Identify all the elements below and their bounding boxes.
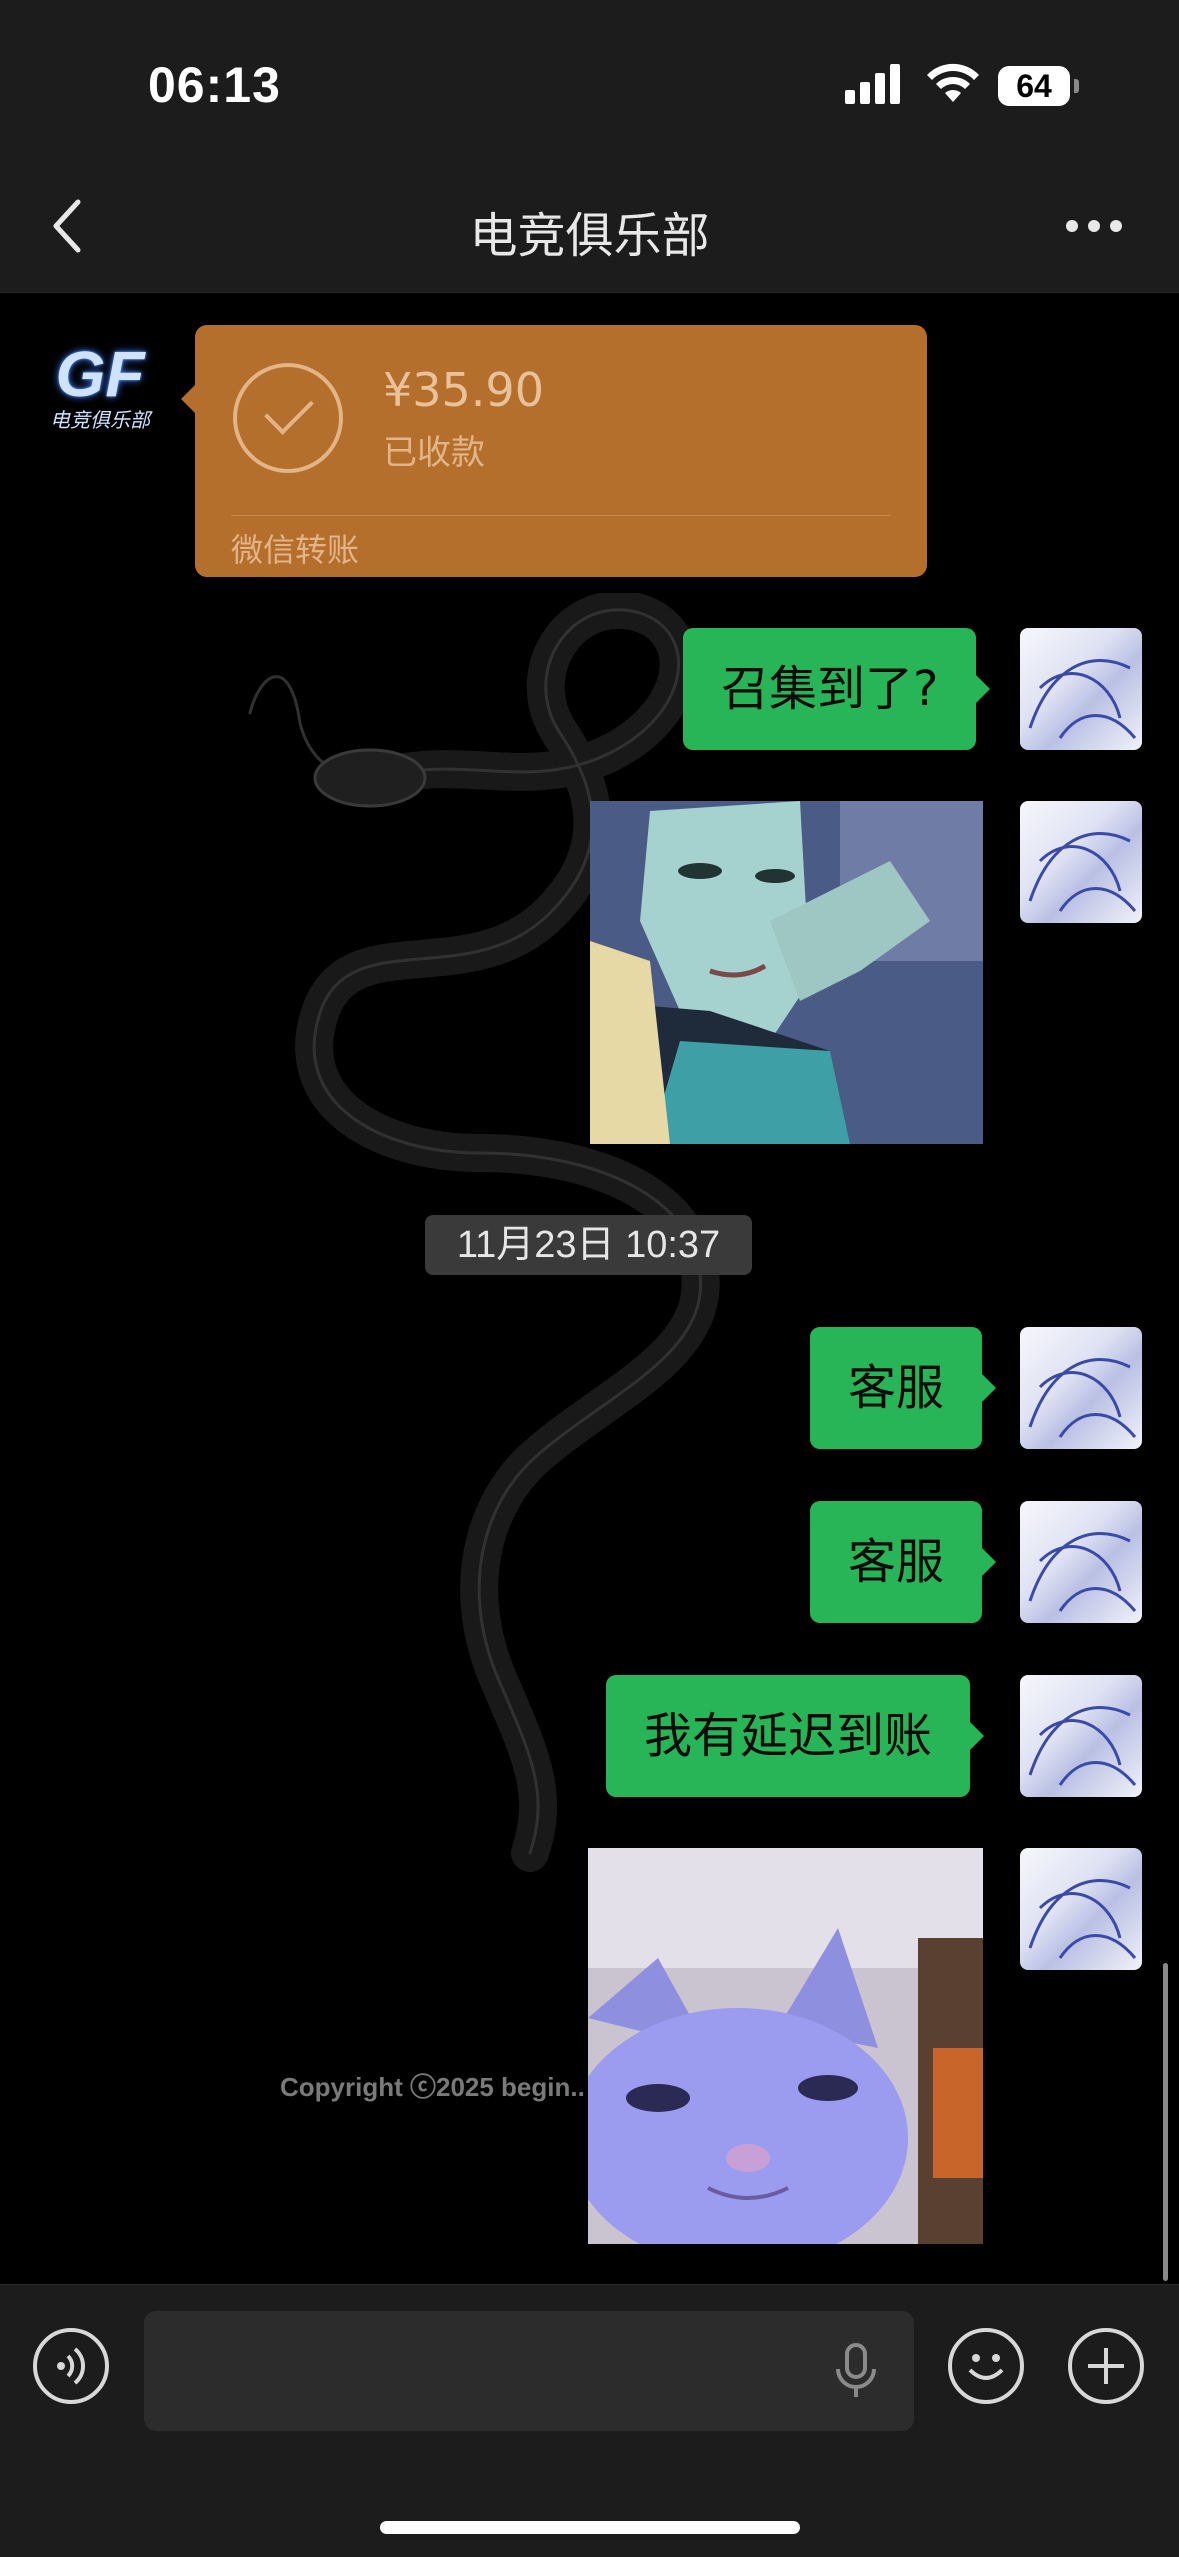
image-message-anime-girl[interactable] [590,801,983,1144]
check-circle-icon [233,363,343,473]
voice-mode-icon[interactable] [33,2328,109,2404]
battery-indicator: 64 [998,66,1070,106]
transfer-divider [231,515,891,516]
transfer-amount: ¥35.90 [383,363,544,417]
input-bar [0,2284,1179,2557]
signal-icon [845,64,900,104]
gf-logo-subtext: 电竞俱乐部 [50,407,150,432]
wifi-icon [927,63,979,102]
status-time: 06:13 [148,57,281,113]
message-bubble[interactable]: 客服 [810,1501,997,1623]
plus-icon[interactable] [1068,2328,1144,2404]
transfer-source-label: 微信转账 [231,531,360,569]
my-avatar[interactable] [1020,628,1142,750]
chat-area[interactable]: Copyright ⓒ2025 begin.. GF 电竞俱乐部 ¥35.90 … [0,293,1179,2283]
transfer-status: 已收款 [383,433,485,473]
emoji-icon[interactable] [948,2328,1024,2404]
my-avatar[interactable] [1020,1848,1142,1970]
top-bar: 06:13 64 电竞俱乐部 [0,0,1179,293]
message-timestamp: 11月23日 10:37 [425,1215,752,1275]
home-indicator[interactable] [380,2521,800,2534]
my-avatar[interactable] [1020,801,1142,923]
message-bubble[interactable]: 我有延迟到账 [606,1675,985,1797]
more-dots-icon[interactable] [1065,218,1123,234]
my-avatar[interactable] [1020,1675,1142,1797]
transfer-card[interactable]: ¥35.90 已收款 微信转账 [181,325,927,577]
sender-avatar[interactable]: GF 电竞俱乐部 [40,328,160,448]
scrollbar[interactable] [1163,1963,1168,2281]
my-avatar[interactable] [1020,1501,1142,1623]
chat-title: 电竞俱乐部 [469,208,710,264]
copyright-watermark: Copyright ⓒ2025 begin.. [280,2072,585,2102]
image-message-cat[interactable] [588,1848,983,2244]
gf-logo-text: GF [55,337,145,410]
message-bubble[interactable]: 召集到了? [683,628,991,750]
message-bubble[interactable]: 客服 [810,1327,997,1449]
my-avatar[interactable] [1020,1327,1142,1449]
message-input[interactable] [144,2311,914,2431]
battery-tip [1074,79,1079,93]
microphone-icon[interactable] [834,2343,878,2399]
